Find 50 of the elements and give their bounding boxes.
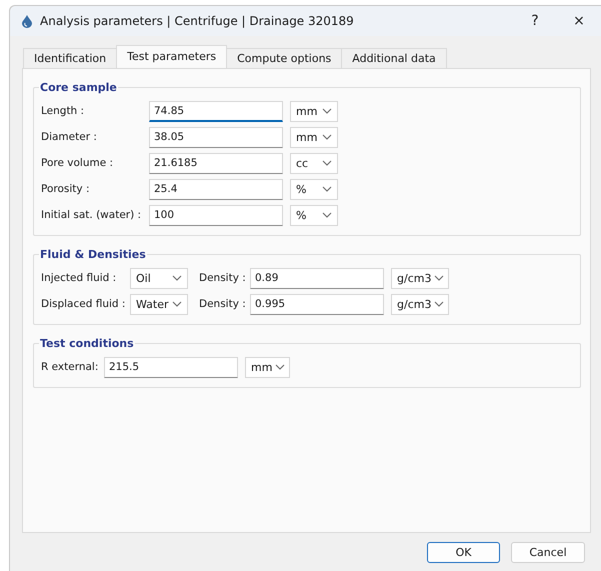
ok-button[interactable]: OK xyxy=(427,542,500,563)
input-field[interactable]: 38.05 xyxy=(149,126,283,148)
chevron-down-icon xyxy=(322,160,332,166)
unit-dropdown[interactable]: % xyxy=(290,204,338,226)
unit-dropdown[interactable]: cc xyxy=(290,152,338,174)
input-field[interactable]: 0.995 xyxy=(250,294,384,314)
input-field[interactable]: 0.89 xyxy=(250,268,384,288)
chevron-down-icon xyxy=(322,212,332,218)
group-title: Core sample xyxy=(39,81,118,94)
group-title: Test conditions xyxy=(39,337,135,350)
field-label: Porosity : xyxy=(41,183,90,195)
chevron-down-icon xyxy=(434,275,444,281)
field-label: Pore volume : xyxy=(41,157,114,169)
chevron-down-icon xyxy=(275,364,286,370)
unit-dropdown[interactable]: g/cm3 xyxy=(391,268,449,288)
chevron-down-icon xyxy=(434,301,444,307)
field-label: Initial sat. (water) : xyxy=(41,209,142,221)
unit-dropdown[interactable]: % xyxy=(290,178,338,200)
tab[interactable]: Additional data xyxy=(341,48,447,68)
window-title: Analysis parameters | Centrifuge | Drainage 320189 xyxy=(40,14,355,28)
field-label: Displaced fluid : xyxy=(41,298,126,310)
fluid-dropdown[interactable]: Oil xyxy=(130,268,188,288)
chevron-down-icon xyxy=(322,134,332,140)
close-button[interactable]: × xyxy=(557,6,601,36)
chevron-down-icon xyxy=(172,301,182,307)
input-field[interactable]: 100 xyxy=(149,204,283,226)
chevron-down-icon xyxy=(322,186,332,192)
input-field[interactable]: 21.6185 xyxy=(149,152,283,174)
group-title: Fluid & Densities xyxy=(39,248,147,261)
input-field[interactable]: 74.85 xyxy=(149,100,283,122)
field-label: Injected fluid : xyxy=(41,272,118,284)
field-label: R external: xyxy=(41,361,100,373)
help-button[interactable]: ? xyxy=(513,6,557,36)
fluid-dropdown[interactable]: Water xyxy=(130,294,188,314)
tab[interactable]: Test parameters xyxy=(116,45,228,68)
input-field[interactable]: 215.5 xyxy=(104,356,238,378)
water-drop-icon xyxy=(22,14,32,28)
unit-dropdown[interactable]: mm xyxy=(245,356,290,378)
input-field[interactable]: 25.4 xyxy=(149,178,283,200)
chevron-down-icon xyxy=(172,275,182,281)
chevron-down-icon xyxy=(322,108,332,114)
field-label: Diameter : xyxy=(41,131,98,143)
field-label: Density : xyxy=(199,298,247,310)
tab[interactable]: Identification xyxy=(23,48,118,68)
unit-dropdown[interactable]: g/cm3 xyxy=(391,294,449,314)
unit-dropdown[interactable]: mm xyxy=(290,126,338,148)
field-label: Density : xyxy=(199,272,247,284)
field-label: Length : xyxy=(41,105,86,117)
cancel-button[interactable]: Cancel xyxy=(511,542,585,563)
unit-dropdown[interactable]: mm xyxy=(290,100,338,122)
